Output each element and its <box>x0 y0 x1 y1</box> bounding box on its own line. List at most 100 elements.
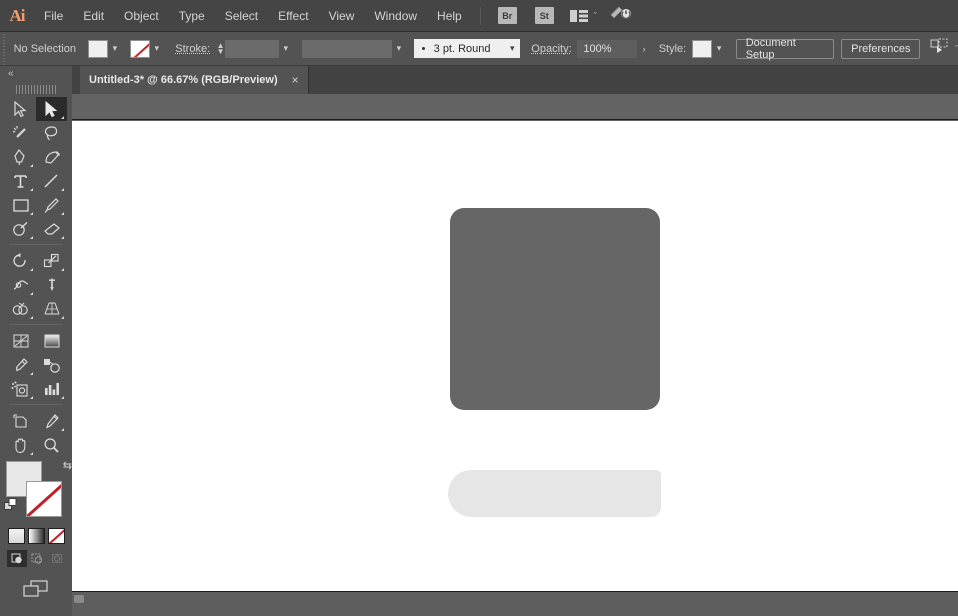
symbol-sprayer-tool[interactable] <box>5 377 36 401</box>
menu-item-window[interactable]: Window <box>364 0 427 32</box>
brush-definition-select[interactable]: 3 pt. Round <box>413 39 505 58</box>
stroke-weight-chevron-down-icon[interactable]: ▾ <box>279 40 293 58</box>
stroke-chevron-down-icon[interactable]: ▾ <box>150 40 164 58</box>
tool-flyout-indicator <box>30 396 33 399</box>
tools-divider <box>9 404 63 405</box>
hand-tool[interactable] <box>5 433 36 457</box>
eyedropper-tool[interactable] <box>5 353 36 377</box>
artboard-tool[interactable] <box>5 409 36 433</box>
stroke-color-swatch[interactable] <box>26 481 62 517</box>
tool-flyout-indicator <box>61 316 64 319</box>
app-logo-icon: Ai <box>9 5 26 25</box>
gradient-tool[interactable] <box>36 329 67 353</box>
shaper-tool[interactable] <box>5 217 36 241</box>
scale-tool[interactable] <box>36 249 67 273</box>
stroke-weight-stepper[interactable]: ▲ ▼ <box>216 40 226 58</box>
selection-tool[interactable] <box>5 97 36 121</box>
opacity-label[interactable]: Opacity: <box>531 43 571 55</box>
draw-normal-button[interactable] <box>7 550 27 567</box>
type-tool[interactable] <box>5 169 36 193</box>
menu-item-help[interactable]: Help <box>427 0 472 32</box>
menu-item-select[interactable]: Select <box>215 0 268 32</box>
swap-fill-stroke-icon[interactable]: ⇆ <box>63 459 72 472</box>
magic-wand-tool[interactable] <box>5 121 36 145</box>
slice-tool[interactable] <box>36 409 67 433</box>
horizontal-scrollbar[interactable] <box>72 591 958 616</box>
stroke-weight-input[interactable] <box>225 39 279 58</box>
artwork-body-rect[interactable] <box>450 208 660 410</box>
tool-flyout-indicator <box>30 212 33 215</box>
stroke-weight-label[interactable]: Stroke: <box>175 43 210 55</box>
opacity-options-icon[interactable]: › <box>637 40 651 58</box>
default-fill-stroke-icon[interactable] <box>4 498 18 517</box>
width-tool[interactable] <box>5 273 36 297</box>
bridge-icon[interactable]: Br <box>497 7 517 24</box>
tools-panel-grip[interactable] <box>16 83 56 95</box>
change-screen-mode-button[interactable] <box>21 579 51 604</box>
paintbrush-tool[interactable] <box>36 193 67 217</box>
tool-flyout-indicator <box>61 212 64 215</box>
draw-behind-button[interactable] <box>27 550 47 567</box>
arrange-chevron-down-icon[interactable]: ˇ <box>594 11 597 21</box>
menu-item-view[interactable]: View <box>319 0 365 32</box>
document-setup-button[interactable]: Document Setup <box>735 37 834 61</box>
shape-builder-tool[interactable] <box>5 297 36 321</box>
fill-chevron-down-icon[interactable]: ▾ <box>108 40 122 58</box>
stroke-swatch[interactable] <box>129 39 150 58</box>
opacity-input[interactable]: 100% <box>577 39 637 58</box>
curvature-tool[interactable] <box>36 145 67 169</box>
fill-swatch[interactable] <box>87 39 108 58</box>
tool-flyout-indicator <box>30 164 33 167</box>
pen-tool[interactable] <box>5 145 36 169</box>
free-transform-tool[interactable] <box>36 273 67 297</box>
stock-icon[interactable]: St <box>534 7 554 24</box>
selection-status-label: No Selection <box>13 42 76 55</box>
mesh-tool[interactable] <box>5 329 36 353</box>
tool-flyout-indicator <box>30 292 33 295</box>
menu-divider <box>479 6 481 25</box>
menu-item-file[interactable]: File <box>34 0 73 32</box>
perspective-grid-tool[interactable] <box>36 297 67 321</box>
gradient-mode-button[interactable] <box>28 528 45 544</box>
menu-item-effect[interactable]: Effect <box>268 0 318 32</box>
tool-flyout-indicator <box>30 268 33 271</box>
menu-item-edit[interactable]: Edit <box>73 0 114 32</box>
align-transform-icon[interactable] <box>930 38 950 59</box>
tool-flyout-indicator <box>61 428 64 431</box>
line-segment-tool[interactable] <box>36 169 67 193</box>
draw-inside-button[interactable] <box>47 550 67 567</box>
tool-flyout-indicator <box>30 316 33 319</box>
lasso-tool[interactable] <box>36 121 67 145</box>
rectangle-tool[interactable] <box>5 193 36 217</box>
column-graph-tool[interactable] <box>36 377 67 401</box>
color-mode-button[interactable] <box>8 528 25 544</box>
rotate-tool[interactable] <box>5 249 36 273</box>
drawing-mode-buttons <box>7 550 72 567</box>
tools-divider <box>9 324 63 325</box>
eraser-tool[interactable] <box>36 217 67 241</box>
menu-bar: Ai File Edit Object Type Select Effect V… <box>0 0 958 32</box>
zoom-tool[interactable] <box>36 433 67 457</box>
brush-chevron-down-icon[interactable]: ▾ <box>504 39 520 58</box>
document-tab[interactable]: Untitled-3* @ 66.67% (RGB/Preview) × <box>80 66 309 94</box>
graphic-style-swatch[interactable] <box>691 39 712 58</box>
collapse-panel-icon[interactable]: « <box>8 68 13 79</box>
arrange-documents-icon[interactable] <box>569 9 589 23</box>
scrollbar-thumb[interactable] <box>74 595 84 603</box>
direct-selection-tool[interactable] <box>36 97 67 121</box>
menu-item-type[interactable]: Type <box>169 0 215 32</box>
artboard-canvas[interactable] <box>72 121 958 591</box>
blend-tool[interactable] <box>36 353 67 377</box>
close-icon[interactable]: × <box>292 73 299 87</box>
style-chevron-down-icon[interactable]: ▾ <box>712 40 726 58</box>
control-bar-grip[interactable] <box>0 31 8 66</box>
preferences-button[interactable]: Preferences <box>841 38 921 59</box>
none-mode-button[interactable] <box>48 528 65 544</box>
variable-width-profile-input[interactable] <box>302 39 392 58</box>
tool-flyout-indicator <box>30 452 33 455</box>
artwork-footer-rect[interactable] <box>448 470 661 517</box>
menu-item-object[interactable]: Object <box>114 0 169 32</box>
tool-flyout-indicator <box>30 372 33 375</box>
workspace-switcher-icon[interactable] <box>609 4 635 27</box>
variable-width-chevron-down-icon[interactable]: ▾ <box>392 40 406 58</box>
